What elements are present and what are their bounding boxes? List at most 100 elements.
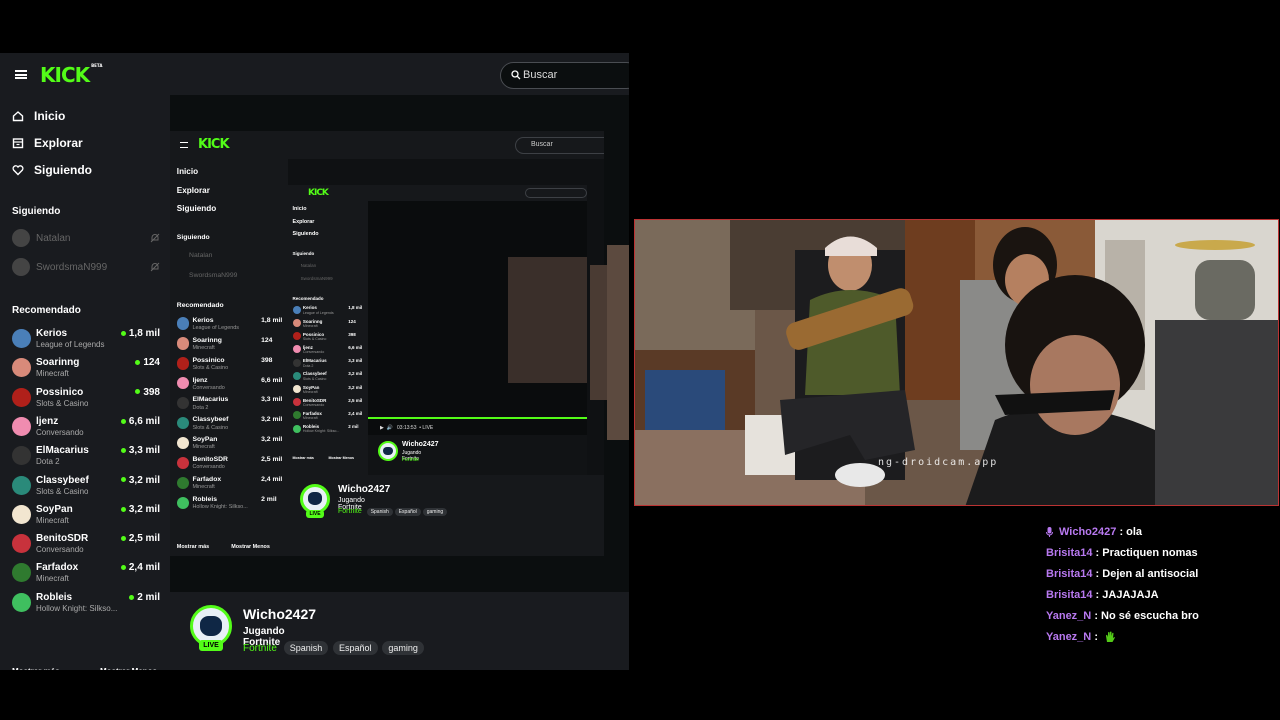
channel-category: Slots & Casino <box>36 398 89 408</box>
nested-show-more: Mostrar más <box>176 543 210 550</box>
home-icon <box>12 111 24 122</box>
nested-channel-category: Slots & Casino <box>302 337 327 342</box>
avatar <box>12 329 31 348</box>
nested-channel-category: Hollow Knight: Silkso... <box>192 504 248 511</box>
avatar <box>12 446 31 466</box>
nested-channel-name: BenitoSDR <box>302 397 327 403</box>
chat-text: : JAJAJAJA <box>1095 588 1159 601</box>
recommended-channel[interactable]: BenitoSDR Conversando 2,5 mil <box>12 530 160 556</box>
avatar <box>292 358 301 367</box>
nested-viewer-count: 6,6 mil <box>261 376 283 384</box>
show-less-button[interactable]: Mostrar Menos <box>100 667 157 670</box>
channel-category: Conversando <box>36 427 84 437</box>
avatar <box>176 337 190 350</box>
avatar <box>12 534 31 554</box>
nested-channel-category: Hollow Knight: Silkso... <box>302 429 340 434</box>
nested-channel-name: Classybeef <box>192 416 229 424</box>
nested-channel-category: Minecraft <box>192 484 215 491</box>
avatar <box>292 305 301 314</box>
recommended-channel[interactable]: Farfadox Minecraft 2,4 mil <box>12 559 160 585</box>
nested-channel-category: League of Legends <box>302 310 334 315</box>
nested-channel-category: Minecraft <box>302 323 318 328</box>
chat-overlay: Wicho2427 : ola Brisita14 : Practiquen n… <box>1046 521 1276 647</box>
nested-channel-category: League of Legends <box>192 324 240 331</box>
chat-message: Yanez_N : <box>1046 626 1276 647</box>
search-placeholder: Buscar <box>523 69 558 81</box>
nav-following[interactable]: Siguiendo <box>12 161 92 179</box>
chat-username: Yanez_N <box>1046 630 1092 643</box>
following-section-title: Siguiendo <box>12 206 61 217</box>
show-more-button[interactable]: Mostrar más <box>12 667 60 670</box>
viewer-count: 3,3 mil <box>121 445 160 456</box>
nested-channel-name: Robleis <box>302 424 320 430</box>
player-progress[interactable] <box>368 417 587 419</box>
avatar <box>12 504 31 524</box>
avatar <box>292 424 301 433</box>
nested-viewer-count: 2,5 mil <box>348 397 363 403</box>
nested-following-name: Natalan <box>189 252 213 260</box>
nested-viewer-count: 3,3 mil <box>348 358 363 364</box>
channel-category: Conversando <box>36 545 84 555</box>
channel-category: Dota 2 <box>36 457 60 467</box>
nested-viewer-count: 1,8 mil <box>261 316 283 324</box>
nested-channel-name: Farfadox <box>302 410 322 416</box>
nested-channel-name: Soarinng <box>192 336 222 344</box>
player-controls[interactable]: ▶ 🔊 03:13:53 • LIVE <box>380 425 433 431</box>
chat-message: Brisita14 : Practiquen nomas <box>1046 542 1276 563</box>
nav-explore[interactable]: Explorar <box>12 134 83 152</box>
stream-tag[interactable]: Español <box>333 641 378 655</box>
recommended-channel[interactable]: Soarinng Minecraft 124 <box>12 354 160 380</box>
explore-icon <box>12 138 24 149</box>
stream-tag[interactable]: gaming <box>382 641 424 655</box>
nested-capture-2: KICK Inicio Explorar Siguiendo Siguiendo Nat… <box>288 185 587 475</box>
recommended-channel[interactable]: ljenz Conversando 6,6 mil <box>12 413 160 439</box>
viewer-count: 6,6 mil <box>121 416 160 427</box>
recommended-channel[interactable]: Possinico Slots & Casino 398 <box>12 384 160 410</box>
nested-show-less: Mostrar Menos <box>328 455 355 460</box>
chat-username: Wicho2427 <box>1059 525 1117 538</box>
channel-name: Possinico <box>36 386 84 398</box>
nested-channel-name: Kerios <box>302 305 317 311</box>
channel-name: Farfadox <box>36 562 79 574</box>
nested-recommended-title: Recomendado <box>176 301 224 309</box>
microphone-icon <box>1046 526 1053 537</box>
nested-nav-following: Siguiendo <box>292 230 319 237</box>
nested-channel-name: Farfadox <box>192 476 222 484</box>
nested-channel-category: Minecraft <box>192 444 215 451</box>
nested-nav-following: Siguiendo <box>176 203 217 213</box>
nested-channel-category: Dota 2 <box>302 363 314 368</box>
nested-channel-category: Minecraft <box>302 389 318 394</box>
channel-name: Classybeef <box>36 474 89 486</box>
nested-viewer-count: 3,2 mil <box>261 416 283 424</box>
following-item[interactable]: Natalan <box>12 229 160 247</box>
nested-channel-category: Slots & Casino <box>192 424 229 431</box>
kick-logo[interactable]: KICK BETA <box>40 63 102 87</box>
nested-viewer-count: 1,8 mil <box>348 305 363 311</box>
menu-icon[interactable] <box>15 70 27 79</box>
recommended-channel[interactable]: Kerios League of Legends 1,8 mil <box>12 325 160 351</box>
chat-text: : No sé escucha bro <box>1094 609 1199 622</box>
nested-show-more: Mostrar más <box>292 455 314 460</box>
nested-viewer-count: 124 <box>261 336 273 344</box>
search-input[interactable]: Buscar <box>500 62 629 89</box>
search-input <box>525 188 587 198</box>
recommended-channel[interactable]: Robleis Hollow Knight: Silkso... 2 mil <box>12 589 160 615</box>
nested-channel-name: ElMacarius <box>192 396 229 404</box>
viewer-count: 2 mil <box>129 592 160 603</box>
sidebar: Inicio Explorar Siguiendo Siguiendo Nata… <box>0 95 170 670</box>
nested-channel-category: Minecraft <box>302 416 318 421</box>
nav-home[interactable]: Inicio <box>12 107 65 125</box>
stream-category[interactable]: Fortnite <box>243 643 277 654</box>
recommended-channel[interactable]: Classybeef Slots & Casino 3,2 mil <box>12 472 160 498</box>
webcam-watermark: ng-droidcam.app <box>878 457 999 468</box>
channel-name[interactable]: Wicho2427 <box>243 606 316 622</box>
channel-name: Robleis <box>36 591 73 603</box>
channel-name: BenitoSDR <box>36 533 89 545</box>
stream-tag[interactable]: Spanish <box>283 641 329 655</box>
nested-viewer-count: 398 <box>261 356 273 364</box>
following-item[interactable]: SwordsmaN999 <box>12 258 160 276</box>
search-icon <box>511 70 521 80</box>
nested-channel-name: ljenz <box>302 344 313 350</box>
recommended-channel[interactable]: SoyPan Minecraft 3,2 mil <box>12 501 160 527</box>
recommended-channel[interactable]: ElMacarius Dota 2 3,3 mil <box>12 442 160 468</box>
